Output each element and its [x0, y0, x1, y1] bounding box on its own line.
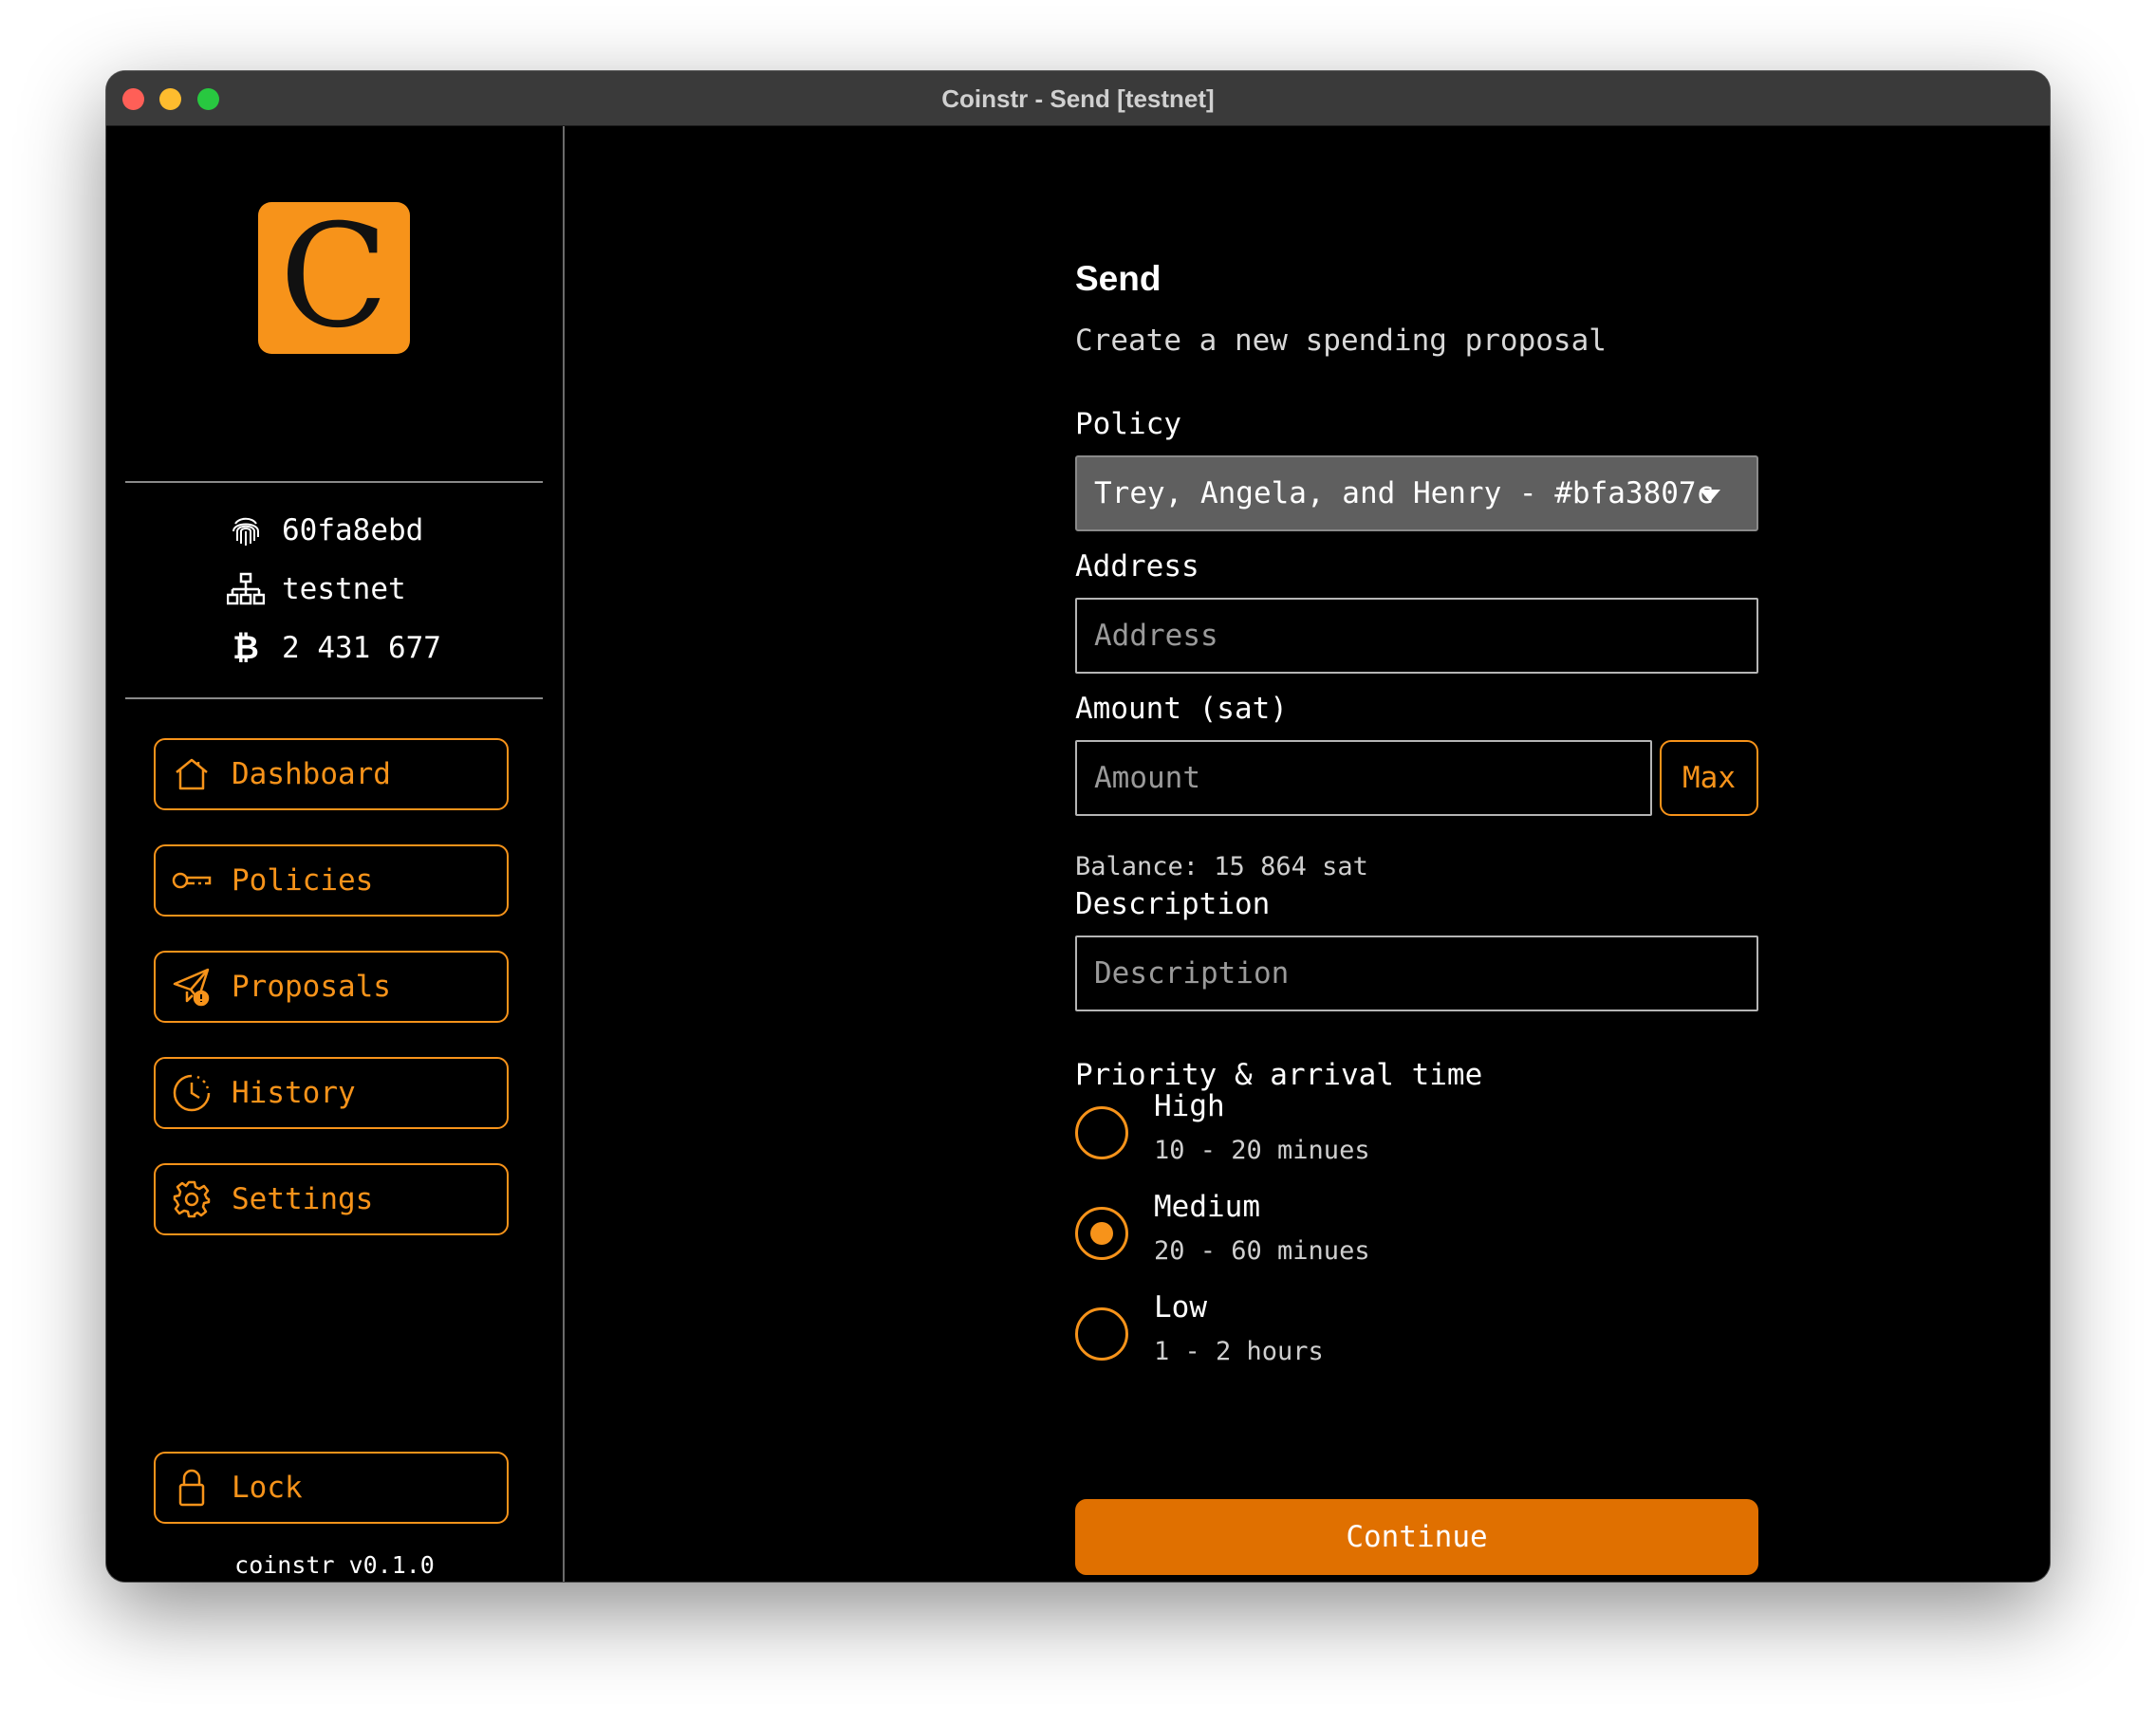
priority-medium-subtitle: 20 - 60 minues	[1154, 1236, 1370, 1266]
priority-high-radio[interactable]	[1075, 1106, 1128, 1159]
total-balance-value: 2 431 677	[282, 631, 441, 665]
sidebar-divider	[125, 481, 543, 483]
balance-row: ₿ 2 431 677	[225, 629, 441, 667]
network-row: testnet	[225, 570, 406, 608]
nav-settings-label: Settings	[232, 1182, 374, 1216]
priority-low-subtitle: 1 - 2 hours	[1154, 1337, 1324, 1366]
fingerprint-value: 60fa8ebd	[282, 513, 424, 547]
priority-medium-radio[interactable]	[1075, 1207, 1128, 1260]
house-icon	[171, 753, 213, 795]
address-label: Address	[1075, 549, 1199, 584]
page-title: Send	[1075, 259, 1162, 298]
logo-letter: C	[279, 195, 389, 360]
clock-icon	[171, 1072, 213, 1114]
nav-dashboard-button[interactable]: Dashboard	[154, 738, 509, 810]
page-subtitle: Create a new spending proposal	[1075, 324, 1607, 358]
network-value: testnet	[282, 572, 406, 606]
nav-policies-button[interactable]: Policies	[154, 844, 509, 917]
lock-label: Lock	[232, 1471, 303, 1505]
policy-select[interactable]: Trey, Angela, and Henry - #bfa3807c	[1075, 455, 1758, 531]
description-label: Description	[1075, 887, 1271, 921]
sidebar-divider	[125, 697, 543, 699]
window-title: Coinstr - Send [testnet]	[941, 84, 1215, 113]
title-bar: Coinstr - Send [testnet]	[106, 71, 2050, 126]
amount-input[interactable]	[1075, 740, 1652, 816]
app-version: coinstr v0.1.0	[234, 1551, 435, 1579]
lock-icon	[171, 1467, 213, 1509]
nav-settings-button[interactable]: Settings	[154, 1163, 509, 1235]
available-balance: Balance: 15 864 sat	[1075, 852, 1368, 881]
fingerprint-icon	[225, 511, 267, 549]
address-input[interactable]	[1075, 598, 1758, 674]
nav-history-button[interactable]: History	[154, 1057, 509, 1129]
priority-medium-title: Medium	[1154, 1190, 1260, 1224]
amount-label: Amount (sat)	[1075, 692, 1288, 726]
nav-proposals-label: Proposals	[232, 970, 391, 1004]
nav-proposals-button[interactable]: Proposals	[154, 951, 509, 1023]
nav-dashboard-label: Dashboard	[232, 757, 391, 791]
policy-selected-value: Trey, Angela, and Henry - #bfa3807c	[1094, 476, 1715, 510]
priority-label: Priority & arrival time	[1075, 1058, 1483, 1092]
key-icon	[171, 860, 213, 901]
network-icon	[225, 570, 267, 608]
nav-history-label: History	[232, 1076, 356, 1110]
chevron-down-icon	[1700, 490, 1720, 502]
app-logo: C	[258, 196, 410, 358]
fingerprint-row: 60fa8ebd	[225, 511, 423, 549]
max-amount-button[interactable]: Max	[1660, 740, 1758, 816]
description-input[interactable]	[1075, 936, 1758, 1011]
priority-high-subtitle: 10 - 20 minues	[1154, 1136, 1370, 1165]
nav-policies-label: Policies	[232, 863, 374, 898]
send-form-panel: Send Create a new spending proposal Poli…	[565, 126, 2050, 1582]
lock-button[interactable]: Lock	[154, 1452, 509, 1524]
continue-button[interactable]: Continue	[1075, 1499, 1758, 1575]
gear-icon	[171, 1178, 213, 1220]
sidebar: C 60fa8ebd testnet ₿ 2 431 677 Dashboard…	[106, 126, 565, 1582]
priority-high-title: High	[1154, 1089, 1225, 1123]
bitcoin-icon: ₿	[232, 629, 259, 667]
app-window: Coinstr - Send [testnet] C 60fa8ebd test…	[106, 71, 2050, 1582]
policy-label: Policy	[1075, 407, 1181, 441]
priority-low-radio[interactable]	[1075, 1307, 1128, 1361]
priority-low-title: Low	[1154, 1290, 1207, 1325]
send-alert-icon	[171, 966, 213, 1008]
